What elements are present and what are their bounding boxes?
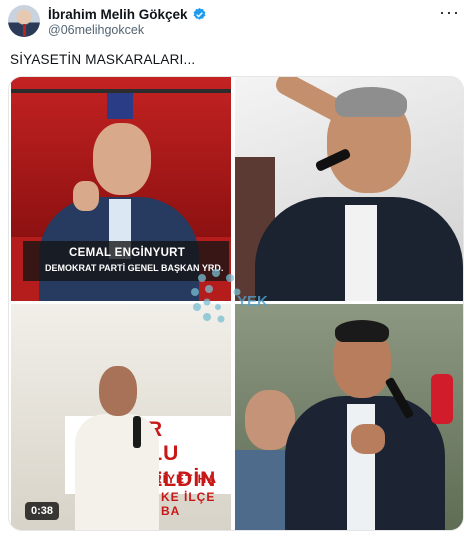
author-name[interactable]: İbrahim Melih Gökçek [48,7,188,22]
more-horizontal-icon[interactable]: ··· [439,3,460,21]
sign-text: RİYET HA [153,472,218,486]
lower-third-name: CEMAL ENGİNYURT [69,247,186,259]
verified-badge-icon [192,7,207,22]
media-grid[interactable]: CEMAL ENGİNYURT DEMOKRAT PARTİ GENEL BAŞ… [8,76,464,531]
media-image-2[interactable] [235,77,463,301]
sign-text: KE İLÇE BA [161,490,216,518]
tweet-text: SİYASETİN MASKARALARI... [10,52,196,67]
media-image-4[interactable] [235,304,463,530]
media-video-3[interactable]: LAR BULU Ş GELDİN RİYET HA KE İLÇE BA 0:… [11,304,231,530]
author-handle[interactable]: @06melihgokcek [48,23,144,37]
avatar[interactable] [8,5,40,37]
author-row: İbrahim Melih Gökçek [48,6,207,22]
watermark-text: YEK [237,293,268,310]
video-duration-badge: 0:38 [25,502,60,520]
tweet: İbrahim Melih Gökçek @06melihgokcek ··· … [0,0,474,538]
